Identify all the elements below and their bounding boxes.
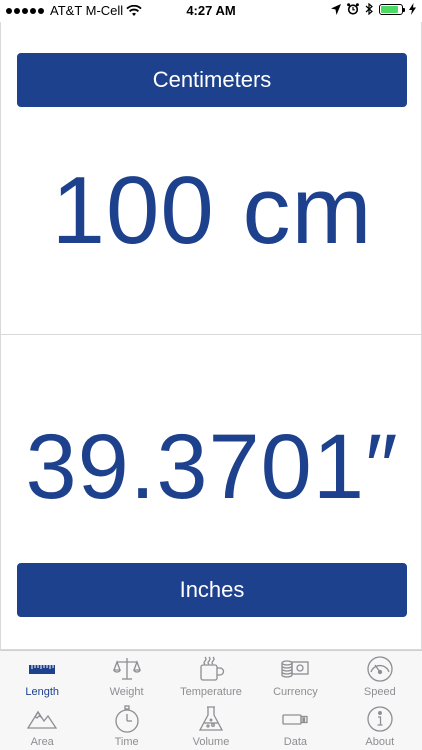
tab-about[interactable]: About	[338, 701, 422, 750]
battery-icon	[379, 3, 405, 15]
signal-icon	[6, 7, 44, 14]
tab-bar: Length Weight Temperature Currency Speed…	[0, 650, 422, 750]
tab-weight[interactable]: Weight	[84, 651, 168, 701]
tab-label: Weight	[109, 686, 144, 698]
tab-label: Data	[283, 736, 308, 748]
flask-icon	[198, 706, 224, 731]
tab-label: About	[365, 736, 395, 748]
tab-temperature[interactable]: Temperature	[169, 651, 253, 701]
location-arrow-icon	[331, 3, 341, 15]
from-value-display[interactable]: 100 cm	[1, 156, 422, 266]
mountain-icon	[27, 710, 58, 729]
tab-speed[interactable]: Speed	[338, 651, 422, 701]
usb-drive-icon	[282, 714, 309, 725]
tab-label: Speed	[363, 686, 396, 698]
ruler-icon	[29, 665, 56, 674]
from-unit-button[interactable]: Centimeters	[17, 53, 407, 107]
scale-icon	[112, 658, 141, 680]
tab-label: Area	[30, 736, 54, 748]
money-icon	[281, 660, 310, 678]
speedometer-icon	[367, 656, 393, 682]
tab-label: Volume	[192, 736, 230, 748]
to-value-display: 39.3701″	[25, 416, 399, 518]
mug-icon	[200, 656, 225, 681]
tab-time[interactable]: Time	[84, 701, 168, 750]
tab-label: Length	[25, 686, 60, 698]
battery-level	[381, 5, 398, 13]
bluetooth-icon	[365, 3, 373, 15]
from-panel: Centimeters 100 cm	[0, 22, 422, 335]
to-panel: 39.3701″ Inches	[0, 335, 422, 650]
tab-label: Currency	[273, 686, 318, 698]
tab-data[interactable]: Data	[253, 701, 337, 750]
stopwatch-icon	[114, 705, 139, 733]
tab-currency[interactable]: Currency	[253, 651, 337, 701]
tab-label: Temperature	[180, 686, 242, 698]
carrier-name: AT&T M-Cell	[50, 3, 124, 18]
status-left: AT&T M-Cell	[6, 3, 142, 18]
alarm-clock-icon	[347, 3, 359, 15]
status-right	[331, 3, 416, 15]
charging-bolt-icon	[409, 3, 416, 15]
to-unit-button[interactable]: Inches	[17, 563, 407, 617]
status-bar: AT&T M-Cell 4:27 AM	[0, 0, 422, 22]
info-icon	[367, 706, 393, 732]
tab-label: Time	[114, 736, 139, 748]
tab-volume[interactable]: Volume	[169, 701, 253, 750]
tab-length[interactable]: Length	[0, 651, 84, 701]
tab-area[interactable]: Area	[0, 701, 84, 750]
wifi-icon	[126, 4, 142, 16]
